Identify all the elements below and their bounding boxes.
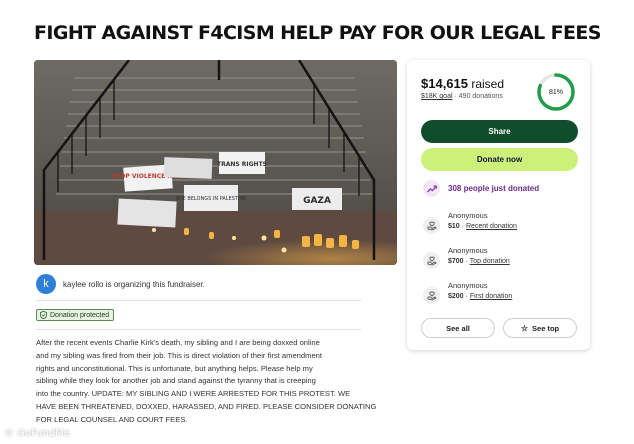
donation-card: $14,615 raised $18K goal · 490 donations…: [407, 60, 590, 350]
goal-separator: ·: [454, 93, 457, 100]
story-line: into the country. UPDATE: MY SIBLING AND…: [36, 389, 351, 399]
divider: [36, 300, 361, 301]
story-line: rights and unconstitutional. This is unf…: [36, 363, 313, 373]
raised-amount: $14,615: [421, 76, 468, 91]
donation-separator: ·: [465, 293, 468, 300]
organizer-text: kaylee rollo is organizing this fundrais…: [63, 279, 205, 289]
story-line: FOR LEGAL COUNSEL AND COURT FEES.: [36, 414, 188, 424]
donate-now-button[interactable]: Donate now: [421, 148, 578, 171]
donation-separator: ·: [461, 223, 464, 230]
story-line: HAVE BEEN THREATENED, DOXXED, HARASSED, …: [36, 401, 377, 411]
donation-item: Anonymous $10 · Recent donation: [423, 211, 583, 239]
donation-protected-badge[interactable]: Donation protected: [36, 309, 115, 321]
protest-steps-image: STOP VIOLENCE NOW TRANS RIGHTS SHE BELON…: [34, 60, 397, 265]
donation-tag[interactable]: First donation: [470, 293, 512, 300]
progress-percent: 81%: [548, 88, 563, 96]
story-line: and my sibling was fired from their job.…: [36, 350, 323, 360]
donation-meta: $700 · Top donation: [448, 258, 510, 265]
donation-separator: ·: [465, 258, 468, 265]
goal-amount[interactable]: $18K goal: [421, 93, 453, 100]
page-title: FIGHT AGAINST F4CISM HELP PAY FOR OUR LE…: [34, 22, 601, 44]
heart-hand-icon: [423, 252, 440, 269]
organizer-avatar[interactable]: k: [36, 274, 56, 294]
donor-name: Anonymous: [448, 246, 488, 255]
donation-item: Anonymous $200 · First donation: [423, 281, 583, 309]
divider: [36, 329, 361, 330]
donor-name: Anonymous: [448, 281, 488, 290]
donation-item: Anonymous $700 · Top donation: [423, 246, 583, 274]
star-icon: ☆: [520, 323, 529, 333]
donation-amount: $10: [448, 223, 460, 230]
see-all-button[interactable]: See all: [421, 318, 495, 338]
badge-label: Donation protected: [50, 311, 110, 319]
amount-raised: $14,615 raised: [421, 76, 504, 91]
organizer-row: k kaylee rollo is organizing this fundra…: [36, 272, 361, 296]
trending-donations: 308 people just donated: [423, 180, 539, 197]
trending-up-icon: [423, 180, 440, 197]
campaign-photo: STOP VIOLENCE NOW TRANS RIGHTS SHE BELON…: [34, 60, 397, 265]
trend-text: 308 people just donated: [448, 184, 540, 193]
donor-name: Anonymous: [448, 211, 488, 220]
donation-meta: $10 · Recent donation: [448, 223, 517, 230]
story-text: After the recent events Charlie Kirk's d…: [36, 337, 377, 427]
shield-icon: [40, 311, 47, 319]
donation-amount: $200: [448, 293, 464, 300]
heart-hand-icon: [423, 287, 440, 304]
raised-label: raised: [471, 77, 505, 91]
donation-meta: $200 · First donation: [448, 293, 512, 300]
goal-line: $18K goal · 490 donations: [421, 93, 503, 100]
donation-tag[interactable]: Top donation: [470, 258, 510, 265]
donation-amount: $700: [448, 258, 464, 265]
sign-palestine: SHE BELONGS IN PALESTINE: [176, 196, 247, 202]
donation-count: 490 donations: [458, 93, 503, 100]
share-button[interactable]: Share: [421, 120, 578, 143]
sign-gaza: GAZA: [303, 196, 331, 206]
sign-trans-rights: TRANS RIGHTS: [217, 161, 267, 168]
see-top-button[interactable]: ☆ See top: [503, 318, 577, 338]
story-line: After the recent events Charlie Kirk's d…: [36, 338, 320, 347]
heart-hand-icon: [423, 217, 440, 234]
story-line: sibling while they look for another job …: [36, 376, 316, 386]
gofundme-watermark: © GoFundMe: [4, 428, 71, 439]
donation-tag[interactable]: Recent donation: [466, 223, 517, 230]
see-top-label: See top: [532, 323, 560, 333]
